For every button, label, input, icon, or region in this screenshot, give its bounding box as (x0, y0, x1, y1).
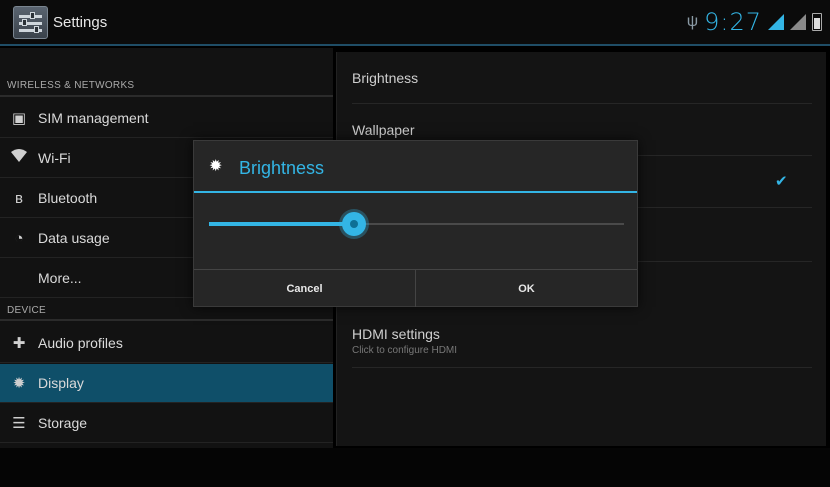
sim-card-icon: ▣ (11, 110, 27, 127)
app-title: Settings (53, 14, 108, 31)
status-bar: ψ 9:27 (687, 8, 822, 36)
pref-title: HDMI settings (352, 326, 440, 342)
sidebar-item-label: More... (38, 270, 82, 286)
slider-fill (209, 222, 355, 226)
sidebar-item-label: Storage (38, 415, 88, 431)
display-icon: ✹ (12, 375, 26, 392)
pref-title: Wallpaper (352, 122, 415, 138)
signal-icon (790, 14, 806, 30)
brightness-dialog: ✹ Brightness Cancel OK (193, 140, 638, 307)
sidebar-item-storage[interactable]: ☰ Storage (0, 404, 333, 443)
audio-profiles-icon: ✚ (12, 335, 26, 352)
section-header-device: DEVICE (7, 305, 47, 316)
data-usage-icon: ◔ (14, 229, 24, 247)
ok-button[interactable]: OK (415, 270, 637, 307)
pref-hdmi-settings[interactable]: HDMI settings Click to configure HDMI (352, 318, 812, 368)
pref-title: Brightness (352, 70, 419, 86)
section-divider (0, 319, 333, 321)
pref-summary: Click to configure HDMI (352, 345, 458, 356)
section-divider (0, 95, 333, 97)
sidebar-item-label: Audio profiles (38, 335, 123, 351)
section-header-wireless: WIRELESS & NETWORKS (7, 80, 135, 91)
wifi-icon (0, 149, 38, 167)
dialog-header: ✹ Brightness (194, 141, 637, 193)
cancel-button[interactable]: Cancel (194, 270, 415, 307)
dialog-title: Brightness (239, 158, 325, 178)
navigation-bar (0, 448, 830, 487)
sidebar-item-label: Display (38, 375, 84, 391)
sidebar-item-label: Wi-Fi (38, 150, 71, 166)
sidebar-item-label: Data usage (38, 230, 110, 246)
signal-icon (768, 14, 784, 30)
pref-brightness[interactable]: Brightness (352, 52, 812, 104)
brightness-icon: ✹ (209, 158, 223, 175)
sidebar-item-audio-profiles[interactable]: ✚ Audio profiles (0, 324, 333, 363)
bluetooth-icon: ʙ (15, 189, 23, 207)
sidebar-item-label: SIM management (38, 110, 149, 126)
storage-icon: ☰ (12, 415, 26, 432)
brightness-slider[interactable] (209, 212, 624, 236)
settings-app-icon[interactable] (13, 6, 48, 39)
sidebar-item-display[interactable]: ✹ Display (0, 364, 333, 403)
sidebar-item-label: Bluetooth (38, 190, 98, 206)
sidebar-item-sim-management[interactable]: ▣ SIM management (0, 99, 333, 138)
action-bar: Settings ψ 9:27 (0, 0, 830, 46)
checkbox-checked-icon[interactable]: ✔ (775, 172, 788, 190)
dialog-button-bar: Cancel OK (194, 269, 637, 307)
usb-icon: ψ (686, 13, 699, 30)
battery-icon (812, 13, 822, 31)
slider-thumb[interactable] (342, 212, 367, 236)
clock: 9:27 (704, 8, 762, 36)
